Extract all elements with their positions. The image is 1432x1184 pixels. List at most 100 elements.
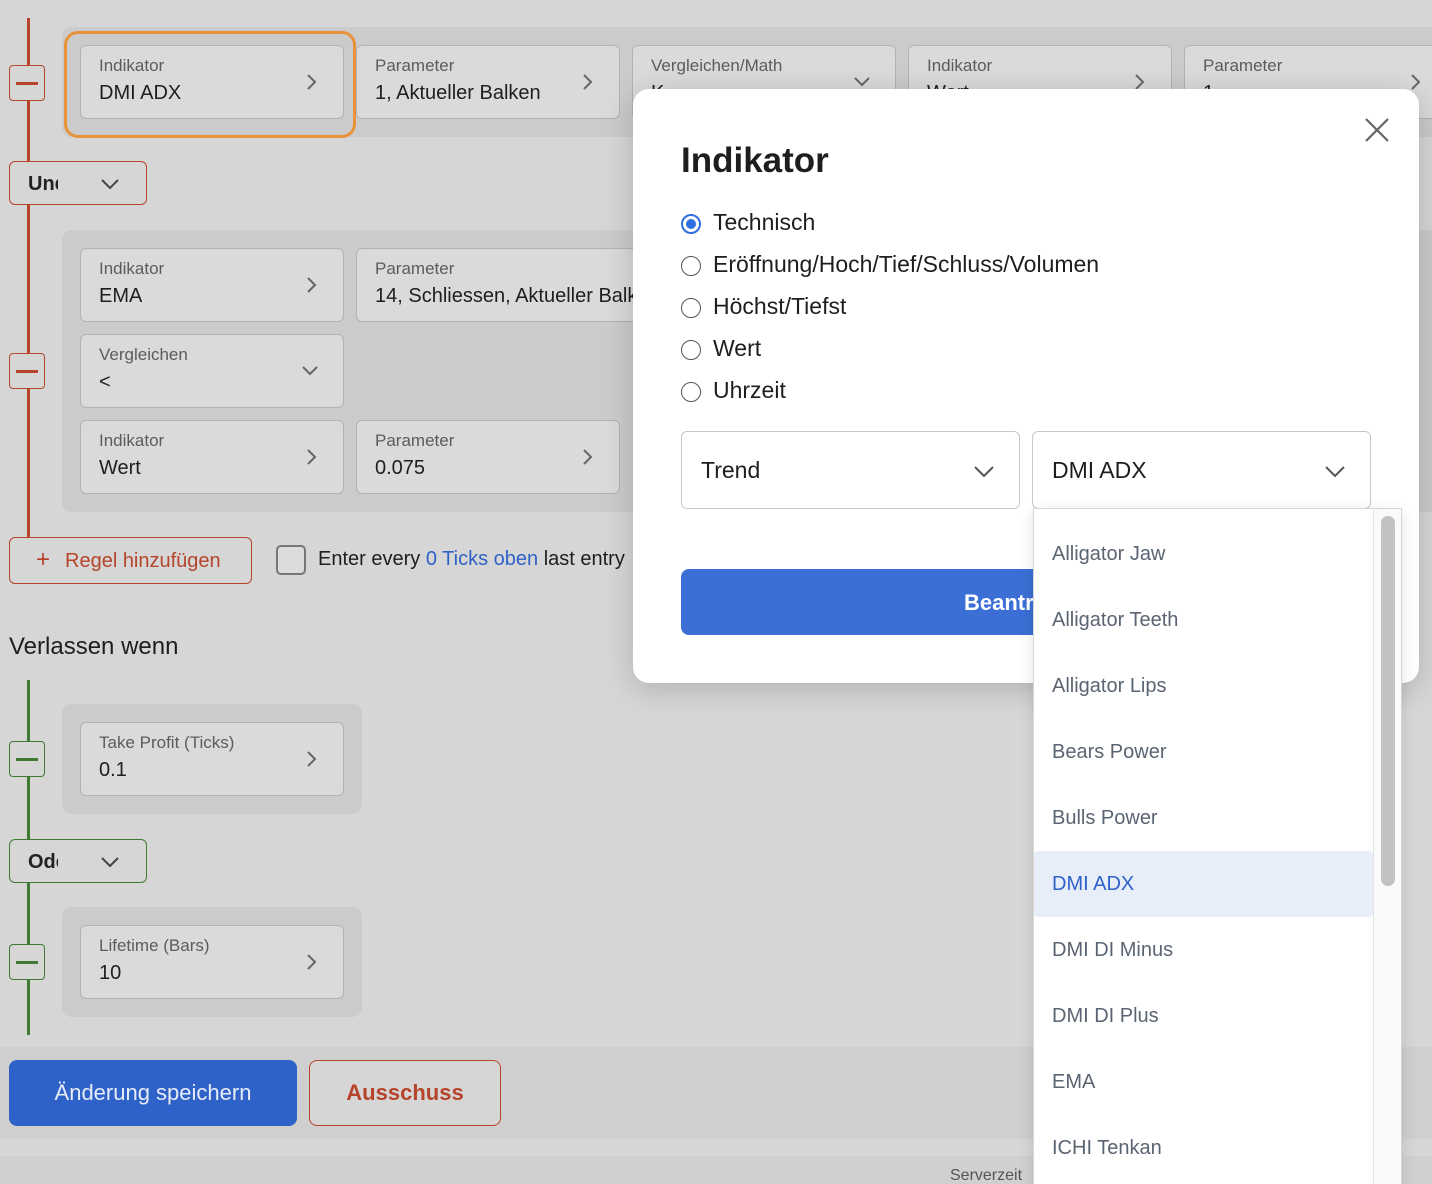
option-label: EMA [1052, 1071, 1096, 1093]
remove-exit-rule-button[interactable] [9, 944, 45, 980]
connector-select[interactable]: Und [9, 161, 147, 205]
enter-every-text: Enter every 0 Ticks oben last entry [318, 548, 625, 571]
indicator-field[interactable]: Indikator EMA [80, 248, 344, 322]
option-label: Bears Power [1052, 741, 1167, 763]
field-label: Parameter [375, 259, 455, 278]
exit-connector-select[interactable]: Oder [9, 839, 147, 883]
radio-unchecked-icon [681, 340, 701, 360]
chevron-down-icon [974, 466, 994, 478]
field-label: Vergleichen [99, 345, 188, 364]
remove-rule-button[interactable] [9, 65, 45, 101]
field-value: 0.1 [99, 759, 127, 781]
field-label: Parameter [375, 431, 455, 450]
option-label: Alligator Jaw [1052, 543, 1166, 565]
dropdown-option[interactable]: Bears Power [1034, 719, 1373, 785]
minus-icon [16, 370, 38, 373]
indicator-field[interactable]: Indikator DMI ADX [80, 45, 344, 119]
radio-unchecked-icon [681, 256, 701, 276]
dropdown-option[interactable]: DMI DI Plus [1034, 983, 1373, 1049]
ticks-link[interactable]: 0 Ticks oben [426, 548, 538, 570]
option-label: Alligator Teeth [1052, 609, 1179, 631]
connector-value: Und [28, 173, 58, 195]
indicator-select[interactable]: DMI ADX [1032, 431, 1371, 509]
field-label: Indikator [99, 431, 165, 450]
field-label: Indikator [99, 259, 165, 278]
field-value: 14, Schliessen, Aktueller Balken [375, 285, 660, 307]
enter-every-suffix: last entry [543, 548, 625, 570]
category-select[interactable]: Trend [681, 431, 1020, 509]
radio-unchecked-icon [681, 382, 701, 402]
enter-every-prefix: Enter every [318, 548, 421, 570]
radio-label: Technisch [713, 209, 816, 235]
minus-icon [16, 758, 38, 761]
chevron-down-icon [101, 179, 119, 190]
field-label: Parameter [1203, 56, 1283, 75]
chevron-right-icon [583, 74, 593, 90]
field-value: < [99, 371, 111, 393]
field-label: Take Profit (Ticks) [99, 733, 235, 752]
chevron-down-icon [101, 857, 119, 868]
field-label: Lifetime (Bars) [99, 936, 210, 955]
dropdown-option[interactable]: Alligator Teeth [1034, 587, 1373, 653]
radio-label: Wert [713, 335, 762, 361]
field-label: Parameter [375, 56, 455, 75]
remove-exit-rule-button[interactable] [9, 741, 45, 777]
field-label: Indikator [927, 56, 993, 75]
dropdown-option[interactable]: ICHI Tenkan [1034, 1115, 1373, 1181]
chevron-down-icon [1325, 466, 1345, 478]
category-value: Trend [701, 457, 761, 483]
dialog-title: Indikator [681, 141, 829, 180]
plus-icon: + [36, 546, 51, 573]
dropdown-option[interactable]: Bulls Power [1034, 785, 1373, 851]
field-value: EMA [99, 285, 143, 307]
radio-unchecked-icon [681, 298, 701, 318]
save-changes-button[interactable]: Änderung speichern [9, 1060, 297, 1126]
add-rule-label: Regel hinzufügen [65, 550, 221, 572]
chevron-right-icon [307, 277, 317, 293]
option-label: DMI DI Plus [1052, 1005, 1159, 1027]
radio-label: Eröffnung/Hoch/Tief/Schluss/Volumen [713, 251, 1100, 277]
field-value: 0.075 [375, 457, 426, 479]
option-label: Bulls Power [1052, 807, 1158, 829]
scrollbar-thumb[interactable] [1381, 516, 1395, 886]
indicator-field-2[interactable]: Indikator Wert [80, 420, 344, 494]
radio-checked-icon [681, 214, 701, 234]
radio-label: Höchst/Tiefst [713, 293, 847, 319]
close-icon[interactable] [1364, 117, 1390, 143]
minus-icon [16, 961, 38, 964]
indicator-value: DMI ADX [1052, 457, 1147, 483]
minus-icon [16, 82, 38, 85]
chevron-right-icon [307, 751, 317, 767]
connector-value: Oder [28, 851, 58, 873]
chevron-right-icon [307, 449, 317, 465]
dropdown-option[interactable]: DMI DI Minus [1034, 917, 1373, 983]
add-rule-button[interactable]: + Regel hinzufügen [9, 537, 252, 584]
field-value: 10 [99, 962, 122, 984]
dropdown-option[interactable]: Alligator Jaw [1034, 521, 1373, 587]
remove-rule-button[interactable] [9, 353, 45, 389]
radio-label: Uhrzeit [713, 377, 786, 403]
field-value: 1, Aktueller Balken [375, 82, 541, 104]
field-value: Wert [99, 457, 141, 479]
chevron-right-icon [1411, 74, 1421, 90]
take-profit-field[interactable]: Take Profit (Ticks) 0.1 [80, 722, 344, 796]
enter-every-checkbox[interactable] [276, 545, 306, 575]
dropdown-option[interactable]: Alligator Lips [1034, 653, 1373, 719]
scrollbar[interactable] [1373, 509, 1401, 1184]
indicator-dropdown-list: Alligator Jaw Alligator Teeth Alligator … [1033, 508, 1402, 1184]
option-label: DMI DI Minus [1052, 939, 1174, 961]
lifetime-field[interactable]: Lifetime (Bars) 10 [80, 925, 344, 999]
server-time-label: Serverzeit [950, 1167, 1023, 1184]
dropdown-option[interactable]: EMA [1034, 1049, 1373, 1115]
parameter-field-2[interactable]: Parameter 0.075 [356, 420, 620, 494]
field-label: Indikator [99, 56, 165, 75]
parameter-field[interactable]: Parameter 1, Aktueller Balken [356, 45, 620, 119]
exit-section-title: Verlassen wenn [9, 633, 179, 660]
chevron-right-icon [307, 74, 317, 90]
option-label: Alligator Lips [1052, 675, 1167, 697]
field-label: Vergleichen/Math [651, 56, 783, 75]
option-label: DMI ADX [1052, 873, 1135, 895]
discard-button[interactable]: Ausschuss [309, 1060, 501, 1126]
dropdown-option-selected[interactable]: DMI ADX [1034, 851, 1373, 917]
compare-field[interactable]: Vergleichen < [80, 334, 344, 408]
